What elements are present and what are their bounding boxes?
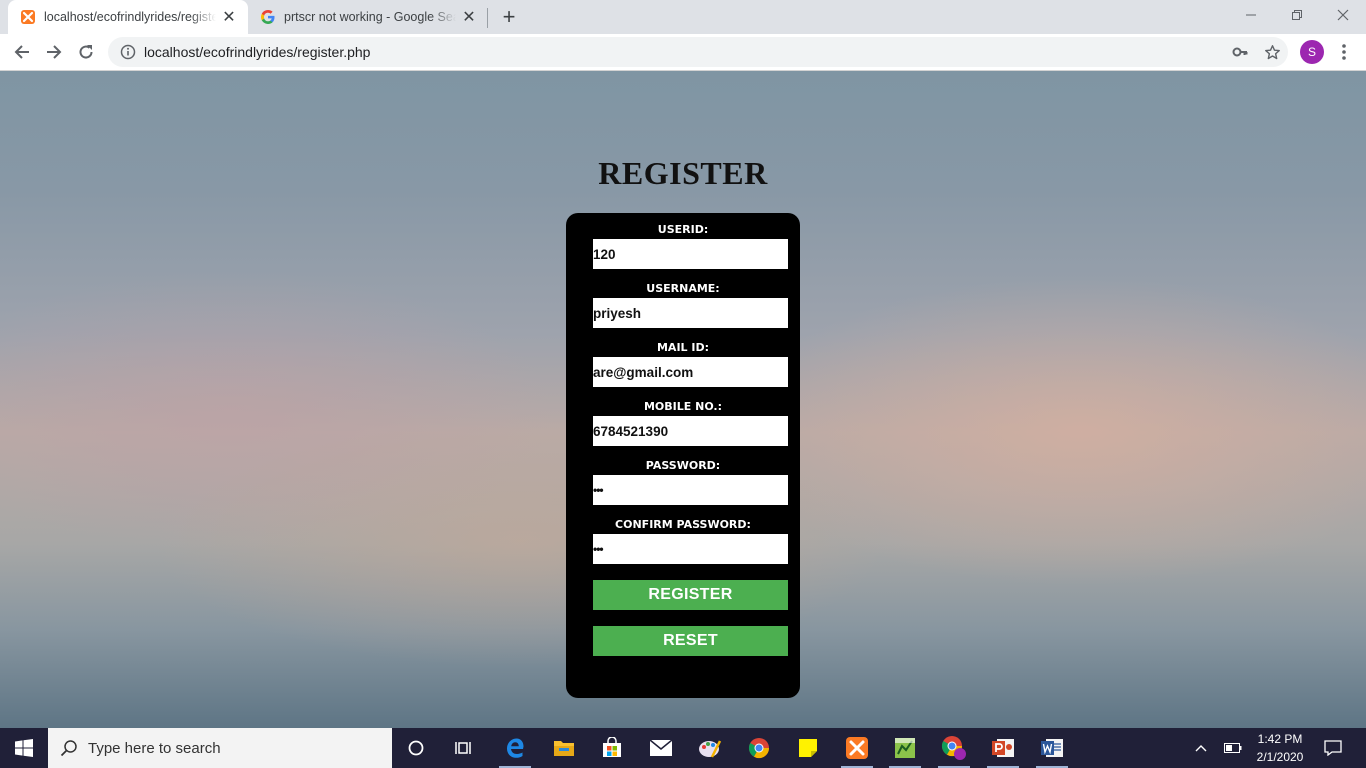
taskbar-clock[interactable]: 1:42 PM 2/1/2020 <box>1244 730 1316 766</box>
cortana-icon[interactable] <box>392 728 440 768</box>
taskbar-search-input[interactable]: Type here to search <box>48 728 392 768</box>
xampp-taskbar-icon[interactable] <box>833 728 881 768</box>
menu-dots-icon[interactable] <box>1332 38 1356 66</box>
address-bar[interactable]: localhost/ecofrindlyrides/register.php <box>108 37 1288 67</box>
close-tab-icon[interactable]: ✕ <box>216 4 242 30</box>
battery-icon[interactable] <box>1220 728 1246 768</box>
username-input[interactable]: priyesh <box>593 298 788 328</box>
close-tab-icon[interactable]: ✕ <box>456 4 482 30</box>
username-label: USERNAME: <box>646 282 720 295</box>
info-icon[interactable] <box>120 44 136 60</box>
minimize-icon[interactable] <box>1228 0 1274 30</box>
clock-time: 1:42 PM <box>1257 732 1303 746</box>
powerpoint-icon[interactable] <box>979 728 1027 768</box>
confirm-password-input[interactable]: ••• <box>593 534 788 564</box>
url-text: localhost/ecofrindlyrides/register.php <box>144 44 371 60</box>
store-icon[interactable] <box>588 728 636 768</box>
key-icon[interactable] <box>1226 38 1254 66</box>
new-tab-icon[interactable]: + <box>496 4 522 30</box>
mail-id-input[interactable]: are@gmail.com <box>593 357 788 387</box>
tab-title: localhost/ecofrindlyrides/register.php <box>44 10 216 24</box>
tab-divider <box>487 8 488 28</box>
password-label: PASSWORD: <box>645 459 721 472</box>
mail-icon[interactable] <box>637 728 685 768</box>
chevron-up-icon[interactable] <box>1188 728 1214 768</box>
tab-register[interactable]: localhost/ecofrindlyrides/register.php ✕ <box>8 0 248 34</box>
userid-input[interactable]: 120 <box>593 239 788 269</box>
taskbar: Type here to search 1:42 PM 2/1/2020 <box>0 728 1366 768</box>
paint-icon[interactable] <box>686 728 734 768</box>
xampp-icon <box>21 10 35 24</box>
sublime-icon[interactable] <box>881 728 929 768</box>
edge-icon[interactable] <box>491 728 539 768</box>
register-form: USERID: 120 USERNAME: priyesh MAIL ID: a… <box>566 213 800 698</box>
chrome-icon[interactable] <box>735 728 783 768</box>
mobile-no-input[interactable]: 6784521390 <box>593 416 788 446</box>
profile-avatar[interactable]: S <box>1300 40 1324 64</box>
restore-icon[interactable] <box>1274 0 1320 30</box>
forward-icon[interactable] <box>40 38 68 66</box>
reload-icon[interactable] <box>72 38 100 66</box>
bookmark-star-icon[interactable] <box>1258 38 1286 66</box>
userid-label: USERID: <box>657 223 709 236</box>
back-icon[interactable] <box>8 38 36 66</box>
password-input[interactable]: ••• <box>593 475 788 505</box>
search-placeholder: Type here to search <box>88 739 221 757</box>
windows-start-icon[interactable] <box>0 728 48 768</box>
mobile-no-label: MOBILE NO.: <box>643 400 723 413</box>
confirm-password-label: CONFIRM PASSWORD: <box>615 518 751 531</box>
chrome-profile-icon[interactable] <box>930 728 978 768</box>
reset-button[interactable]: RESET <box>593 626 788 656</box>
tab-google-search[interactable]: prtscr not working - Google Search ✕ <box>248 0 488 34</box>
clock-date: 2/1/2020 <box>1256 750 1304 764</box>
browser-toolbar: localhost/ecofrindlyrides/register.php S <box>0 34 1366 71</box>
word-icon[interactable] <box>1028 728 1076 768</box>
page-background: REGISTER USERID: 120 USERNAME: priyesh M… <box>0 71 1366 728</box>
file-explorer-icon[interactable] <box>540 728 588 768</box>
google-icon <box>261 10 275 24</box>
sticky-notes-icon[interactable] <box>784 728 832 768</box>
register-button[interactable]: REGISTER <box>593 580 788 610</box>
tab-title: prtscr not working - Google Search <box>284 10 456 24</box>
page-title: REGISTER <box>598 155 768 191</box>
notifications-icon[interactable] <box>1318 728 1348 768</box>
mail-id-label: MAIL ID: <box>656 341 709 354</box>
search-icon <box>60 740 77 757</box>
close-window-icon[interactable] <box>1320 0 1366 30</box>
task-view-icon[interactable] <box>440 728 488 768</box>
tab-strip: localhost/ecofrindlyrides/register.php ✕… <box>0 0 1366 34</box>
